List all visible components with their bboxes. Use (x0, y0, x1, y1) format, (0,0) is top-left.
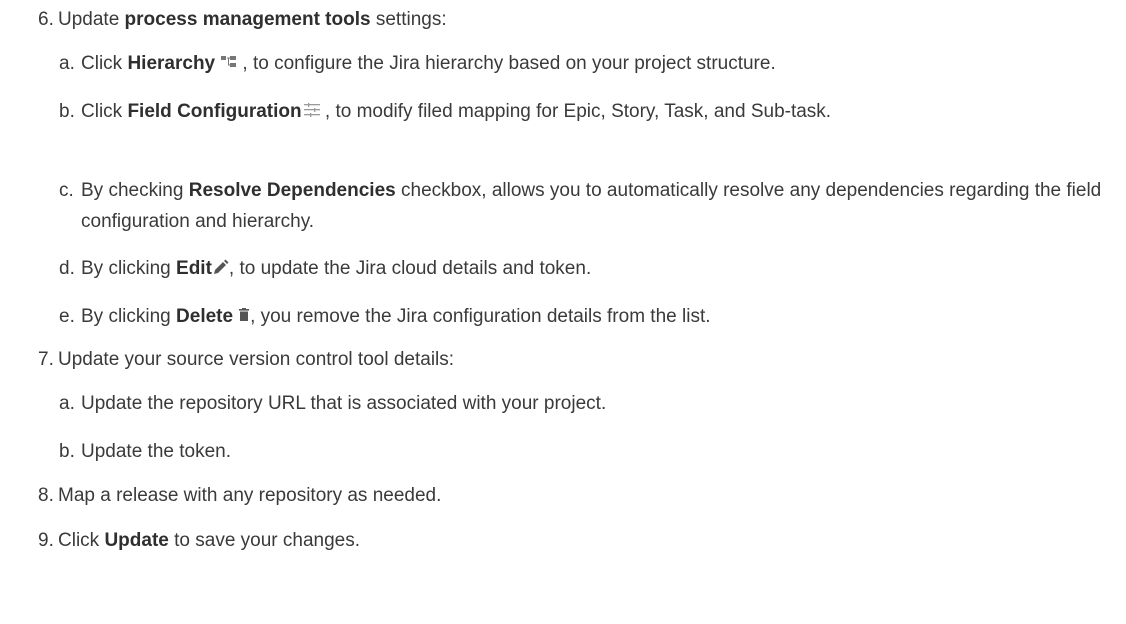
step-text-after: to save your changes. (168, 530, 361, 551)
substep-7b: b. Update the token. (0, 436, 1126, 467)
substep-letter: b. (59, 101, 75, 122)
substep-text: Click (81, 53, 128, 74)
substep-bold-text: Field Configuration (127, 101, 302, 122)
substep-bold-text: Hierarchy (127, 53, 216, 74)
substep-bold-text: Edit (176, 258, 212, 279)
pencil-icon (213, 259, 229, 275)
step-text: Map a release with any repository as nee… (58, 485, 442, 506)
step-8: 8. Map a release with any repository as … (0, 484, 1126, 508)
step-number: 8. (38, 485, 54, 506)
substep-letter: c. (59, 180, 74, 201)
substep-7a: a. Update the repository URL that is ass… (0, 388, 1126, 419)
substep-text-after: , to configure the Jira hierarchy based … (237, 53, 776, 74)
step-bold-text: Update (104, 530, 169, 551)
step-text: Click (58, 530, 105, 551)
step-bold-text: process management tools (124, 9, 371, 30)
step-number: 6. (38, 9, 54, 30)
step-text: Update (58, 9, 125, 30)
step-number: 7. (38, 349, 54, 370)
substep-letter: b. (59, 441, 75, 462)
step-number: 9. (38, 530, 54, 551)
substep-6d: d. By clicking Edit , to update the Jira … (0, 253, 1126, 284)
step-text-after: settings: (370, 9, 447, 30)
step-9: 9. Click Update to save your changes. (0, 529, 1126, 553)
hierarchy-icon (221, 55, 237, 69)
substep-text: By checking (81, 180, 189, 201)
substep-bold-text: Resolve Dependencies (188, 180, 396, 201)
substep-letter: d. (59, 258, 75, 279)
substep-letter: a. (59, 53, 75, 74)
step-7: 7. Update your source version control to… (0, 348, 1126, 372)
substep-text: Click (81, 101, 128, 122)
substep-letter: e. (59, 306, 75, 327)
substep-text: Update the token. (81, 441, 231, 462)
substep-text: Update the repository URL that is associ… (81, 393, 607, 414)
substep-bold-text: Delete (176, 306, 234, 327)
substep-6a: a. Click Hierarchy , to configure the Ji… (0, 48, 1126, 79)
substep-6e: e. By clicking Delete , you remove the Ji… (0, 301, 1126, 332)
substep-text-after: , to update the Jira cloud details and t… (228, 258, 592, 279)
substep-text: By clicking (81, 258, 177, 279)
step-text: Update your source version control tool … (58, 349, 455, 370)
trash-icon (239, 308, 250, 322)
substep-text-after: , to modify filed mapping for Epic, Stor… (319, 101, 832, 122)
substep-6b: b. Click Field Configuration , to modify… (0, 96, 1126, 127)
step-6: 6. Update process management tools setti… (0, 8, 1126, 32)
substep-text: By clicking (81, 306, 177, 327)
field-configuration-icon (303, 102, 320, 117)
substep-6c: c. By checking Resolve Dependencies chec… (0, 175, 1126, 237)
substep-text-after: , you remove the Jira configuration deta… (250, 306, 711, 327)
substep-letter: a. (59, 393, 75, 414)
